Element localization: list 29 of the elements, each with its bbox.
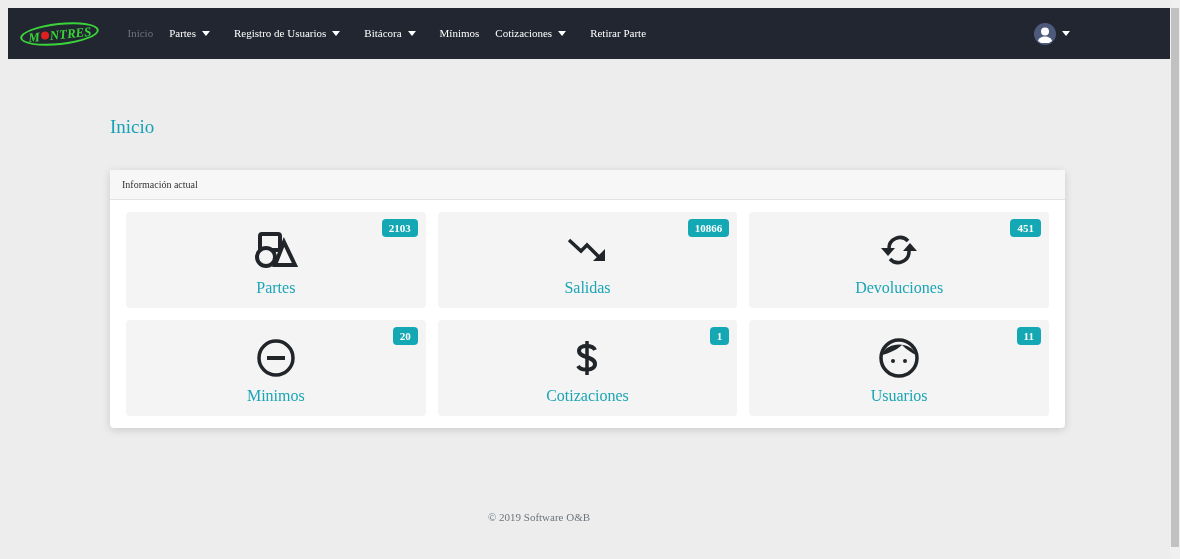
shapes-icon	[253, 231, 298, 268]
nav-link[interactable]: Cotizaciones	[487, 25, 575, 42]
count-badge: 10866	[687, 218, 730, 237]
tile-label: Minimos	[246, 385, 305, 406]
nav-link[interactable]: Bitácora	[356, 25, 424, 42]
tile-label: Cotizaciones	[546, 385, 629, 406]
face-icon	[878, 336, 921, 379]
avatar-icon[interactable]	[1034, 22, 1056, 45]
minus-circle-icon	[255, 337, 296, 378]
page-title: Inicio	[110, 115, 156, 139]
footer-text: © 2019 Software O&B	[487, 509, 591, 525]
nav-link[interactable]: Mínimos	[431, 25, 488, 42]
tile-label: Usuarios	[870, 385, 928, 406]
trend-down-icon	[567, 236, 608, 263]
count-badge: 451	[1010, 218, 1041, 237]
tile-label: Devoluciones	[855, 277, 944, 298]
count-badge: 20	[392, 326, 418, 345]
count-badge: 1	[709, 326, 730, 345]
nav-link[interactable]: Retirar Parte	[582, 25, 655, 42]
count-badge: 2103	[381, 218, 418, 237]
tile-label: Partes	[256, 277, 296, 298]
nav-link[interactable]: Registro de Usuarios	[226, 25, 349, 42]
scrollbar[interactable]	[1170, 0, 1180, 559]
dollar-icon	[575, 338, 600, 377]
caret-icon	[1062, 31, 1070, 36]
count-badge: 11	[1016, 326, 1041, 345]
nav-link[interactable]: Partes	[161, 25, 219, 42]
panel-title: Información actual	[122, 177, 198, 192]
tile-label: Salidas	[564, 277, 611, 298]
